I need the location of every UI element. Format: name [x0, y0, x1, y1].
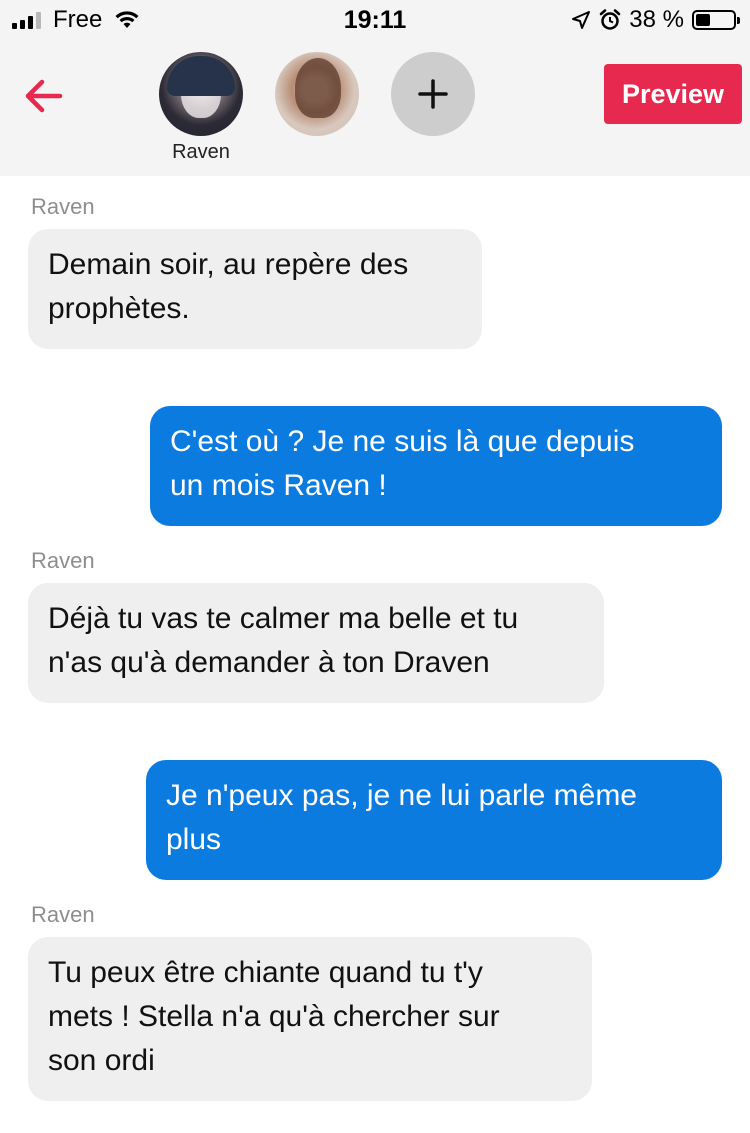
avatar: [275, 52, 359, 136]
avatar-name: Raven: [172, 141, 230, 163]
message-text: Je n'peux pas, je ne lui parle même plus: [166, 779, 637, 856]
message-text: Tu peux être chiante quand tu t'y mets !…: [48, 956, 500, 1077]
back-button[interactable]: [22, 76, 66, 116]
sender-name: Raven: [31, 902, 95, 927]
message-bubble-outgoing[interactable]: C'est où ? Je ne suis là que depuis un m…: [150, 406, 722, 526]
preview-button[interactable]: Preview: [604, 64, 742, 124]
status-right: 38 %: [571, 6, 740, 34]
battery-fill: [696, 14, 710, 26]
arrow-left-icon: [25, 79, 63, 113]
battery-icon: [692, 10, 740, 30]
message-text: Déjà tu vas te calmer ma belle et tu n'a…: [48, 602, 519, 679]
battery-percent: 38 %: [629, 6, 684, 33]
add-character-button[interactable]: [391, 52, 475, 136]
message-bubble-outgoing[interactable]: Je n'peux pas, je ne lui parle même plus: [146, 760, 722, 880]
message-bubble-incoming[interactable]: Tu peux être chiante quand tu t'y mets !…: [28, 937, 592, 1101]
sender-name: Raven: [31, 194, 95, 219]
sender-name: Raven: [31, 548, 95, 573]
character-raven[interactable]: Raven: [159, 52, 243, 164]
avatar: [159, 52, 243, 136]
plus-icon: [418, 79, 448, 109]
message-text: C'est où ? Je ne suis là que depuis un m…: [170, 425, 635, 502]
alarm-clock-icon: [600, 9, 621, 30]
message-text: Demain soir, au repère des prophètes.: [48, 248, 409, 325]
chat-header: Raven Preview: [0, 40, 750, 176]
message-bubble-incoming[interactable]: Demain soir, au repère des prophètes.: [28, 229, 482, 349]
message-bubble-incoming[interactable]: Déjà tu vas te calmer ma belle et tu n'a…: [28, 583, 604, 703]
location-arrow-icon: [572, 11, 591, 29]
character-2[interactable]: [275, 52, 359, 141]
status-bar: Free 19:11 38 %: [0, 0, 750, 40]
